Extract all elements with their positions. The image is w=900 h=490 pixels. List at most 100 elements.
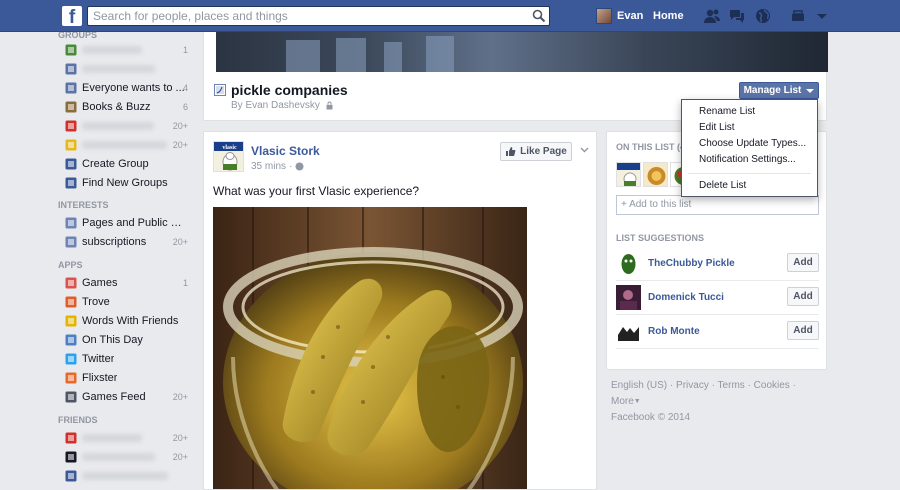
like-page-label: Like Page [520,146,567,157]
suggestion-name-link[interactable]: TheChubby Pickle [648,258,735,269]
post-timestamp[interactable]: 35 mins [251,161,286,172]
sidebar-item-label: Create Group [82,157,149,170]
friend-requests-icon[interactable] [703,7,721,25]
friends-list-icon [64,469,77,482]
sidebar-item[interactable]: On This Day [58,330,194,349]
copyright: Facebook © 2014 [611,412,691,423]
suggestion-name-link[interactable]: Rob Monte [648,326,700,337]
sidebar-item-count: 1 [182,277,188,288]
add-suggestion-button[interactable]: Add [787,287,819,306]
sidebar-item[interactable]: 1 [58,40,194,59]
sidebar-item[interactable]: Books & Buzz 6 [58,97,194,116]
suggestion-avatar[interactable] [616,319,641,344]
sidebar-item[interactable] [58,59,194,78]
group-green-icon [64,43,77,56]
search-icon[interactable] [532,9,546,23]
profile-link[interactable]: Evan [596,8,643,24]
pickle-cartoon-thumb-image [644,163,667,186]
sidebar-item[interactable]: Games 1 [58,273,194,292]
sidebar-item[interactable]: Twitter [58,349,194,368]
like-page-button[interactable]: Like Page [500,142,572,161]
sidebar-item[interactable]: 20+ [58,135,194,154]
post-message: What was your first Vlasic experience? [213,184,420,198]
user-name: Evan [617,10,644,22]
sidebar-item[interactable]: Flixster [58,368,194,387]
thumbs-up-icon [506,147,516,156]
page-avatar[interactable]: vlasic [213,141,244,172]
sidebar-item[interactable]: Trove [58,292,194,311]
sidebar-item-label: Games Feed [82,390,146,403]
footer-link-privacy[interactable]: Privacy [676,380,709,391]
footer-link-language[interactable]: English (US) [611,380,667,391]
sidebar-item[interactable]: 20+ [58,428,194,447]
messages-icon[interactable] [728,7,746,25]
suggestion-name-link[interactable]: Domenick Tucci [648,292,724,303]
manage-list-button[interactable]: Manage List [739,82,819,99]
group-blue-icon [64,62,77,75]
sidebar-item-label: On This Day [82,333,143,346]
list-owner-link[interactable]: By Evan Dashevsky [231,100,320,111]
sidebar-item-label: Trove [82,295,110,308]
sidebar-item[interactable]: Create Group [58,154,194,173]
sidebar-item-label: Twitter [82,352,115,365]
sidebar-item[interactable]: Find New Groups [58,173,194,192]
footer-link-terms[interactable]: Terms [718,380,745,391]
add-to-list-input[interactable]: + Add to this list [616,195,819,215]
sidebar-item-label-redacted [82,45,142,54]
facebook-logo[interactable]: f [62,6,82,26]
list-member-2[interactable] [643,162,668,187]
notifications-globe-icon[interactable] [754,7,772,25]
sidebar-item-count: 20+ [172,139,188,150]
suggestion-avatar[interactable] [616,251,641,276]
friends-list: 20+ 20+ [58,428,194,485]
sidebar-item[interactable] [58,466,194,485]
caret-down-icon[interactable]: ▼ [634,398,641,405]
sidebar-item[interactable]: Everyone wants to ... 4 [58,78,194,97]
post-author-link[interactable]: Vlasic Stork [251,144,320,158]
menu-item-notification-settings[interactable]: Notification Settings... [682,152,817,168]
on-this-list-header[interactable]: ON THIS LIST (4 [616,142,685,152]
sidebar-item[interactable]: Games Feed 20+ [58,387,194,406]
footer-link-more[interactable]: More [611,396,634,407]
post-photo-pickle-jar[interactable] [213,207,527,489]
home-link[interactable]: Home [653,10,684,22]
search-input[interactable] [88,7,528,25]
flixster-icon [64,371,77,384]
add-suggestion-button[interactable]: Add [787,253,819,272]
list-byline: By Evan Dashevsky [231,100,334,111]
lock-icon[interactable] [325,101,334,110]
menu-item-delete-list[interactable]: Delete List [682,178,817,194]
suggestion-avatar[interactable] [616,285,641,310]
account-settings-caret-icon[interactable] [813,7,831,25]
list-member-vlasic[interactable] [616,162,641,187]
menu-item-rename-list[interactable]: Rename List [682,104,817,120]
sidebar-item[interactable]: 20+ [58,116,194,135]
games-icon [64,276,77,289]
post-options-chevron-icon[interactable] [580,145,589,154]
sidebar-item-label: Find New Groups [82,176,168,189]
post-meta: 35 mins · [251,161,304,172]
search-box[interactable] [87,6,550,26]
suggestion-row: Domenick Tucci Add [616,281,819,315]
sidebar-item[interactable]: Pages and Public Fig... [58,213,194,232]
sidebar-item[interactable]: subscriptions 20+ [58,232,194,251]
sidebar-item[interactable]: 20+ [58,447,194,466]
menu-item-choose-update-types[interactable]: Choose Update Types... [682,136,817,152]
cover-photo [216,32,828,72]
sidebar-item-count: 20+ [172,432,188,443]
add-suggestion-button[interactable]: Add [787,321,819,340]
list-title: pickle companies [231,82,348,98]
menu-item-edit-list[interactable]: Edit List [682,120,817,136]
footer-links: English (US) · Privacy · Terms · Cookies… [611,380,796,407]
list-icon [64,216,77,229]
apps-header: APPS [58,260,83,270]
sidebar-item-label: subscriptions [82,235,147,248]
graduation-icon [64,450,77,463]
sidebar-item-count: 4 [182,82,188,93]
privacy-shortcuts-icon[interactable] [790,7,808,25]
public-globe-icon[interactable] [295,162,304,171]
chubby-pickle-logo-image [616,251,641,276]
footer-link-cookies[interactable]: Cookies [754,380,790,391]
sidebar-item[interactable]: Words With Friends [58,311,194,330]
sidebar-item-count: 20+ [172,236,188,247]
